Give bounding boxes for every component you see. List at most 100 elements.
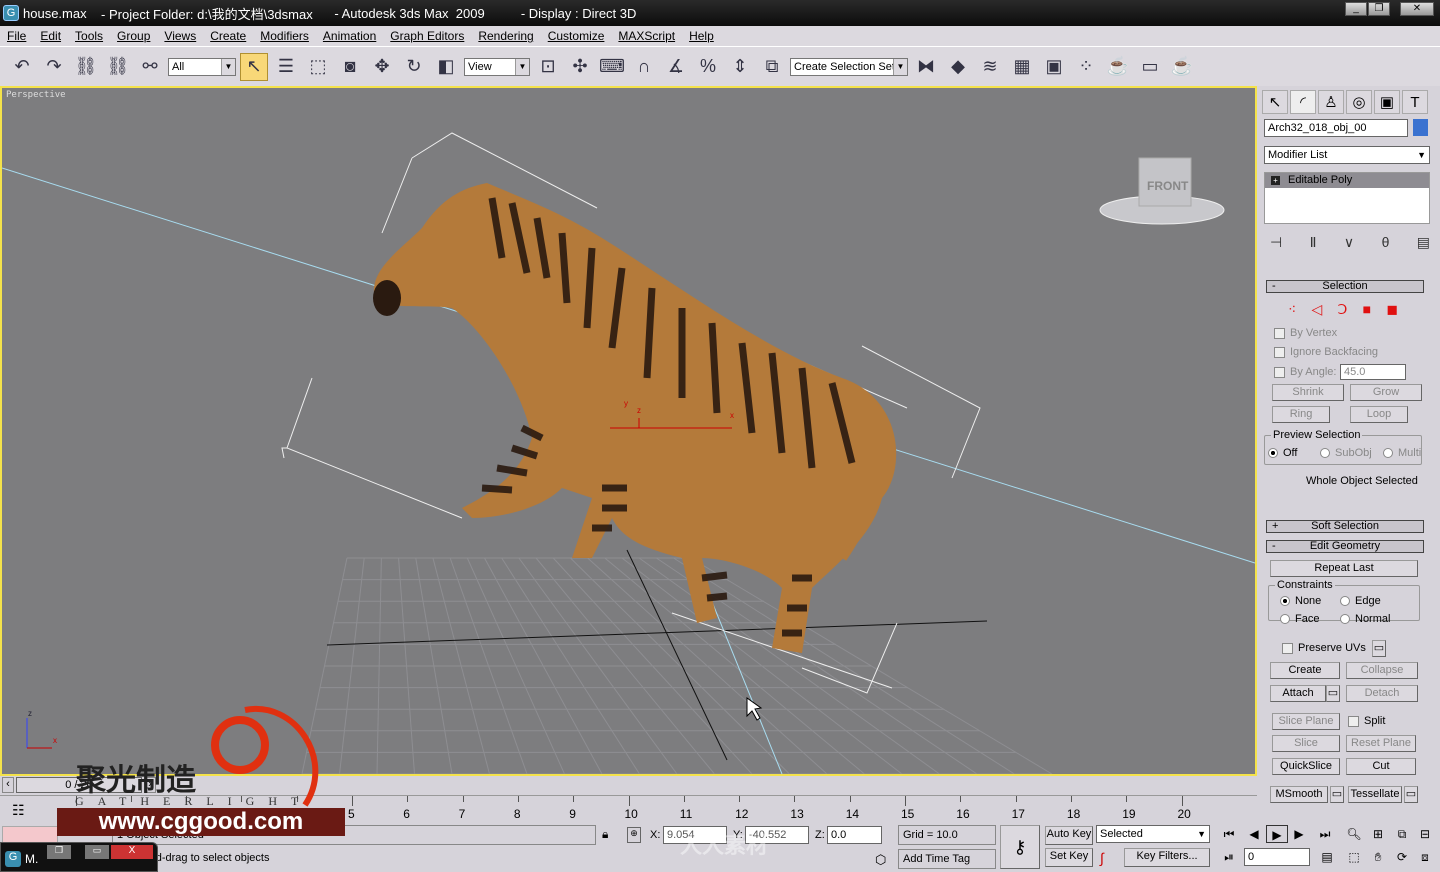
move-icon[interactable]: ✥: [368, 53, 396, 81]
show-end-result-icon[interactable]: Ⅱ: [1310, 234, 1317, 251]
spinner-snap-icon[interactable]: ⇕: [726, 53, 754, 81]
menu-customize[interactable]: Customize: [541, 29, 612, 43]
viewcube-face-label[interactable]: FRONT: [1147, 179, 1189, 193]
utilities-tab-icon[interactable]: T: [1402, 90, 1428, 114]
display-tab-icon[interactable]: ▣: [1374, 90, 1400, 114]
tessellate-settings-button[interactable]: ▭: [1404, 786, 1418, 803]
configure-modifier-sets-icon[interactable]: ▤: [1417, 234, 1430, 251]
manipulate-icon[interactable]: ✣: [566, 53, 594, 81]
key-mode-toggle-icon[interactable]: ⏯: [1218, 848, 1240, 866]
pivot-center-icon[interactable]: ⊡: [534, 53, 562, 81]
select-by-name-icon[interactable]: ☰: [272, 53, 300, 81]
menu-create[interactable]: Create: [203, 29, 253, 43]
menu-graph-editors[interactable]: Graph Editors: [383, 29, 471, 43]
by-angle-checkbox[interactable]: By Angle:: [1274, 366, 1336, 378]
quickslice-button[interactable]: QuickSlice: [1272, 758, 1340, 775]
modifier-list-dropdown[interactable]: Modifier List ▼: [1264, 146, 1430, 164]
hierarchy-tab-icon[interactable]: ♙: [1318, 90, 1344, 114]
menu-file[interactable]: File: [0, 29, 33, 43]
undo-icon[interactable]: ↶: [8, 53, 36, 81]
constraint-none-radio[interactable]: None: [1280, 595, 1321, 607]
minimize-button[interactable]: _: [1345, 2, 1367, 16]
go-to-end-icon[interactable]: ⏭: [1314, 825, 1336, 843]
zoom-extents-icon[interactable]: ⧉: [1391, 825, 1413, 843]
remove-modifier-icon[interactable]: θ: [1382, 234, 1390, 251]
menu-modifiers[interactable]: Modifiers: [253, 29, 316, 43]
current-frame-input[interactable]: 0: [1244, 848, 1310, 866]
redo-icon[interactable]: ↷: [40, 53, 68, 81]
menu-views[interactable]: Views: [157, 29, 203, 43]
unlink-icon[interactable]: ⛓: [104, 53, 132, 81]
curve-editor-icon[interactable]: ▦: [1008, 53, 1036, 81]
reset-plane-button[interactable]: Reset Plane: [1346, 735, 1416, 752]
menu-tools[interactable]: Tools: [68, 29, 110, 43]
selection-rollout-header[interactable]: - Selection: [1266, 280, 1424, 293]
window-crossing-icon[interactable]: ◙: [336, 53, 364, 81]
grow-button[interactable]: Grow: [1350, 384, 1422, 401]
key-filters-button[interactable]: Key Filters...: [1124, 848, 1210, 867]
slice-button[interactable]: Slice: [1272, 735, 1340, 752]
orbit-icon[interactable]: ⟳: [1391, 848, 1413, 866]
next-frame-icon[interactable]: ▶: [1288, 825, 1310, 843]
key-mode-dropdown[interactable]: Selected ▼: [1096, 825, 1210, 843]
ring-button[interactable]: Ring: [1272, 406, 1330, 423]
select-object-icon[interactable]: ↖: [240, 52, 268, 81]
repeat-last-button[interactable]: Repeat Last: [1270, 560, 1418, 577]
align-icon[interactable]: ◆: [944, 53, 972, 81]
stack-item-editable-poly[interactable]: + Editable Poly: [1265, 173, 1429, 188]
preview-subobj-radio[interactable]: SubObj: [1320, 447, 1372, 459]
mini-curve-editor-icon[interactable]: ☷: [12, 802, 25, 819]
edge-mode-icon[interactable]: ◁: [1311, 301, 1322, 318]
zoom-icon[interactable]: 🔍︎: [1343, 825, 1365, 843]
edit-named-selection-icon[interactable]: ⧉: [758, 53, 786, 81]
go-to-start-icon[interactable]: ⏮: [1218, 825, 1240, 843]
angle-snap-icon[interactable]: ∡: [662, 53, 690, 81]
polygon-mode-icon[interactable]: ■: [1363, 301, 1371, 318]
render-setup-icon[interactable]: ☕: [1104, 53, 1132, 81]
isolate-selection-icon[interactable]: ⬡: [875, 852, 886, 868]
soft-selection-rollout-header[interactable]: + Soft Selection: [1266, 520, 1424, 533]
keyboard-shortcut-icon[interactable]: ⌨: [598, 53, 626, 81]
ignore-backfacing-checkbox[interactable]: Ignore Backfacing: [1274, 346, 1378, 358]
detach-button[interactable]: Detach: [1346, 685, 1418, 702]
maximize-button[interactable]: ▭: [85, 845, 109, 859]
field-of-view-icon[interactable]: ⬚: [1343, 848, 1365, 866]
rendered-frame-icon[interactable]: ▭: [1136, 53, 1164, 81]
absolute-mode-toggle[interactable]: ⊕: [627, 827, 641, 843]
split-checkbox[interactable]: Split: [1348, 715, 1385, 727]
set-key-button[interactable]: Set Key: [1045, 848, 1093, 867]
cut-button[interactable]: Cut: [1346, 758, 1416, 775]
element-mode-icon[interactable]: ◼: [1386, 301, 1398, 318]
auto-key-button[interactable]: Auto Key: [1045, 826, 1093, 845]
menu-animation[interactable]: Animation: [316, 29, 383, 43]
maximize-button[interactable]: ❐: [1368, 2, 1390, 16]
slice-plane-button[interactable]: Slice Plane: [1272, 713, 1340, 730]
bind-space-warp-icon[interactable]: ⚯: [136, 53, 164, 81]
tessellate-button[interactable]: Tessellate: [1348, 786, 1402, 803]
attach-list-button[interactable]: ▭: [1326, 685, 1340, 702]
close-button[interactable]: X: [111, 845, 153, 859]
percent-snap-icon[interactable]: %: [694, 53, 722, 81]
set-key-big-button[interactable]: ⚷: [1000, 825, 1040, 869]
edit-geometry-rollout-header[interactable]: - Edit Geometry: [1266, 540, 1424, 553]
mirror-icon[interactable]: ⧓: [912, 53, 940, 81]
default-tangents-icon[interactable]: ∫: [1100, 850, 1104, 866]
scale-icon[interactable]: ◧: [432, 53, 460, 81]
rotate-icon[interactable]: ↻: [400, 53, 428, 81]
collapse-button[interactable]: Collapse: [1346, 662, 1418, 679]
pan-icon[interactable]: ✋︎: [1367, 848, 1389, 866]
minimized-window[interactable]: G M. ❐ ▭ X: [0, 842, 158, 872]
preview-off-radio[interactable]: Off: [1268, 447, 1297, 459]
zoom-all-icon[interactable]: ⊞: [1367, 825, 1389, 843]
make-unique-icon[interactable]: ∨: [1344, 234, 1354, 251]
motion-tab-icon[interactable]: ◎: [1346, 90, 1372, 114]
vertex-mode-icon[interactable]: ⁖: [1288, 301, 1296, 318]
previous-frame-icon[interactable]: ◀: [1243, 825, 1265, 843]
close-button[interactable]: ✕: [1400, 2, 1434, 16]
by-vertex-checkbox[interactable]: By Vertex: [1274, 327, 1337, 339]
reference-coordinate-dropdown[interactable]: View ▼: [464, 57, 530, 76]
object-color-swatch[interactable]: [1413, 119, 1428, 136]
play-icon[interactable]: ▶: [1266, 825, 1288, 843]
z-coordinate-input[interactable]: 0.0: [827, 826, 882, 844]
attach-button[interactable]: Attach: [1270, 685, 1326, 702]
